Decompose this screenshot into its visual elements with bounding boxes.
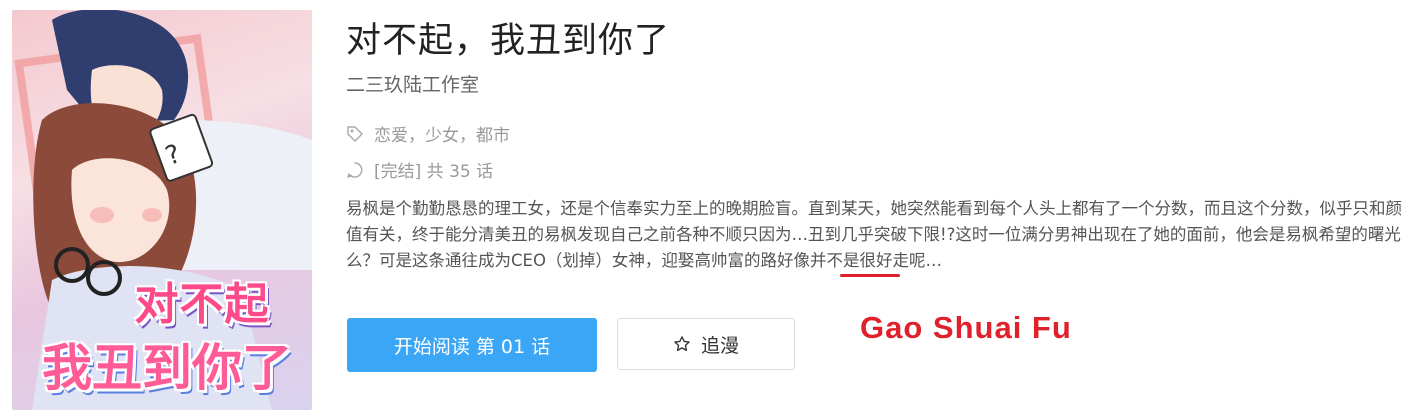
status-text: [完结] 共 35 话 [374, 162, 494, 182]
start-reading-button[interactable]: 开始阅读 第 01 话 [347, 318, 597, 372]
status-row: [完结] 共 35 话 [346, 157, 493, 182]
annotation-label: Gao Shuai Fu [860, 310, 1072, 345]
description-highlight: 高帅富 [694, 251, 744, 270]
status-icon [347, 161, 363, 178]
follow-button-label: 追漫 [700, 334, 739, 357]
cover-title-line2: 我丑到你了 [42, 339, 292, 397]
tag-icon [347, 125, 363, 142]
comic-description: 易枫是个勤勤恳恳的理工女，还是个信奉实力至上的晚期脸盲。直到某天，她突然能看到每… [346, 196, 1414, 274]
follow-button[interactable]: 追漫 [617, 318, 795, 370]
highlight-underline [840, 274, 900, 277]
star-outline-icon [674, 336, 690, 352]
description-text-end: 的路好像并不是很好走呢… [743, 251, 942, 270]
cover-logo: 对不起 我丑到你了 [32, 268, 302, 400]
comic-author[interactable]: 二三玖陆工作室 [346, 70, 479, 97]
comic-cover[interactable]: ? 对不起 我丑到你了 [12, 10, 312, 410]
comic-title: 对不起，我丑到你了 [346, 21, 671, 61]
tags-text[interactable]: 恋爱，少女，都市 [374, 121, 510, 146]
tags-row: 恋爱，少女，都市 [346, 121, 510, 146]
cover-title-line1: 对不起 [134, 279, 270, 330]
